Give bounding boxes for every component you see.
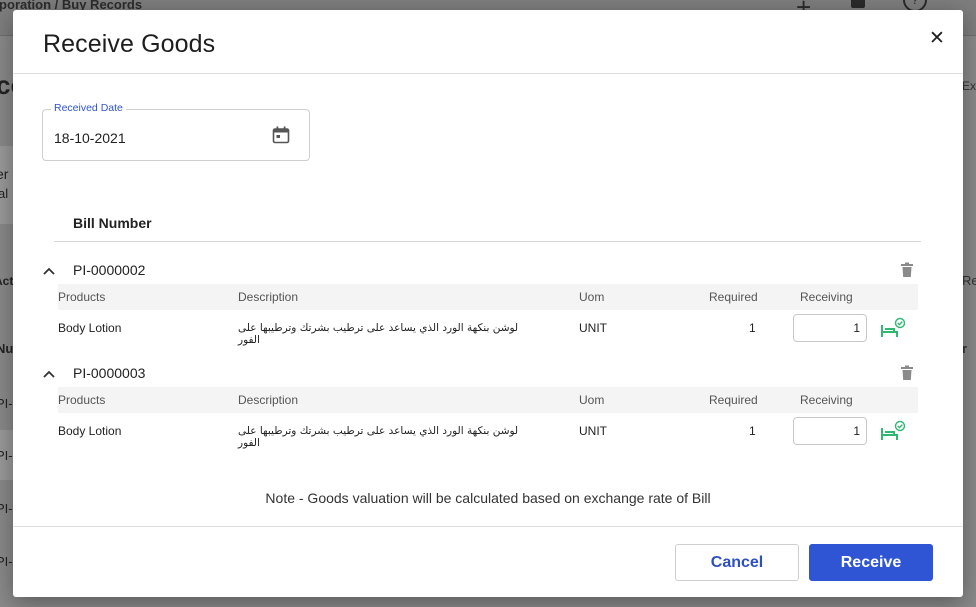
- product-description: لوشن بنكهة الورد الذي يساعد على ترطيب بش…: [238, 425, 519, 449]
- column-header-uom: Uom: [579, 290, 605, 304]
- receive-item-icon[interactable]: [880, 317, 906, 339]
- bill-number-header: Bill Number: [54, 212, 921, 242]
- dialog-footer: Cancel Receive: [13, 526, 963, 597]
- chevron-up-icon[interactable]: [42, 264, 56, 278]
- receiving-quantity-input[interactable]: [793, 417, 867, 445]
- table-header: Products Description Uom Required Receiv…: [58, 387, 918, 413]
- column-header-required: Required: [709, 290, 758, 304]
- column-header-uom: Uom: [579, 393, 605, 407]
- bill-number-header-label: Bill Number: [73, 215, 152, 231]
- background-row-fragment: PI-: [0, 554, 13, 569]
- dialog-title: Receive Goods: [43, 30, 216, 58]
- table-row: Body Lotion لوشن بنكهة الورد الذي يساعد …: [58, 310, 918, 346]
- background-column-fragment: Nu: [0, 341, 14, 356]
- close-icon[interactable]: ✕: [926, 28, 948, 50]
- column-header-products: Products: [58, 393, 106, 407]
- calendar-icon[interactable]: [272, 126, 290, 144]
- cancel-button[interactable]: Cancel: [675, 544, 799, 581]
- background-panel: [0, 146, 14, 224]
- background-row-fragment: PI-: [0, 396, 13, 411]
- uom-value: UNIT: [579, 424, 607, 438]
- bill-number: PI-0000002: [73, 262, 146, 278]
- product-name: Body Lotion: [58, 424, 122, 438]
- dialog-header: Receive Goods ✕: [13, 10, 963, 74]
- background-text-fragment: al: [0, 186, 9, 201]
- background-row-fragment: PI-: [0, 448, 13, 463]
- trash-icon[interactable]: [900, 262, 914, 278]
- background-export-fragment: Exp: [962, 79, 976, 93]
- received-date-label: Received Date: [51, 102, 126, 114]
- chevron-up-icon[interactable]: [42, 367, 56, 381]
- receiving-quantity-input[interactable]: [793, 314, 867, 342]
- valuation-note: Note - Goods valuation will be calculate…: [265, 490, 711, 506]
- required-value: 1: [749, 321, 756, 335]
- column-header-products: Products: [58, 290, 106, 304]
- bill-number: PI-0000003: [73, 365, 146, 381]
- column-header-required: Required: [709, 393, 758, 407]
- received-date-value[interactable]: 18-10-2021: [54, 130, 126, 146]
- column-header-receiving: Receiving: [800, 393, 853, 407]
- received-date-field[interactable]: Received Date 18-10-2021: [42, 102, 310, 161]
- column-header-description: Description: [238, 393, 299, 407]
- table-row: Body Lotion لوشن بنكهة الورد الذي يساعد …: [58, 413, 918, 449]
- required-value: 1: [749, 424, 756, 438]
- table-header: Products Description Uom Required Receiv…: [58, 284, 918, 310]
- bill-section: PI-0000002 Products Description Uom Requ…: [42, 260, 922, 346]
- bill-section: PI-0000003 Products Description Uom Requ…: [42, 363, 922, 449]
- uom-value: UNIT: [579, 321, 607, 335]
- background-text-fragment: er: [0, 166, 9, 182]
- background-tab-fragment: Act: [0, 274, 14, 288]
- product-description: لوشن بنكهة الورد الذي يساعد على ترطيب بش…: [238, 322, 519, 346]
- trash-icon[interactable]: [900, 365, 914, 381]
- receive-goods-dialog: Receive Goods ✕ Received Date 18-10-2021…: [13, 10, 963, 597]
- column-header-description: Description: [238, 290, 299, 304]
- background-filter-fragment: Re: [962, 273, 976, 288]
- column-header-receiving: Receiving: [800, 290, 853, 304]
- document-icon: [851, 0, 865, 8]
- receive-item-icon[interactable]: [880, 420, 906, 442]
- receive-button[interactable]: Receive: [809, 544, 933, 581]
- product-name: Body Lotion: [58, 321, 122, 335]
- background-row-fragment: PI-: [0, 501, 13, 516]
